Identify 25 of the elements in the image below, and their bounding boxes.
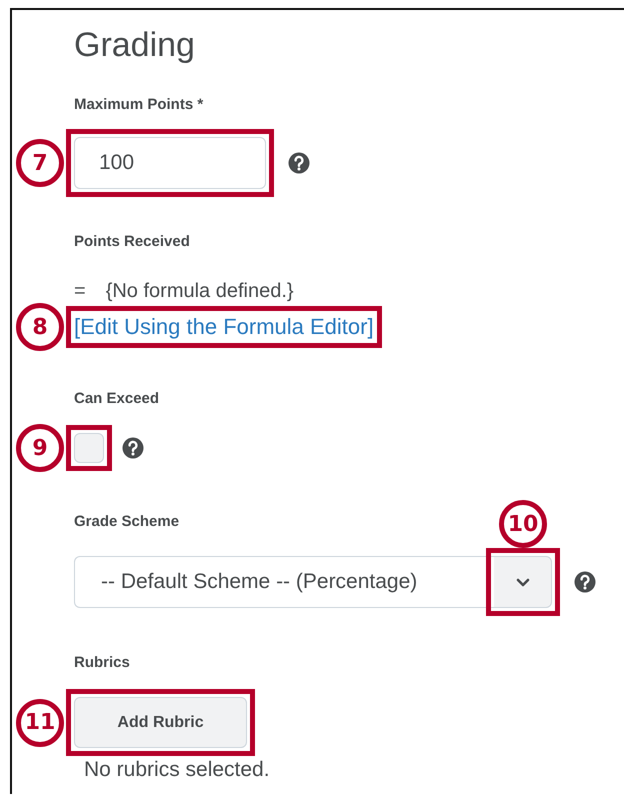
grade-scheme-dropdown[interactable]: -- Default Scheme -- (Percentage) <box>74 556 494 608</box>
help-icon[interactable] <box>288 152 310 174</box>
dropdown-toggle[interactable] <box>494 556 552 608</box>
chevron-down-icon <box>516 578 530 586</box>
formula-text: {No formula defined.} <box>106 280 294 303</box>
callout-badge: 11 <box>16 698 64 746</box>
help-icon[interactable] <box>122 437 144 459</box>
equals-sign: = <box>74 280 86 303</box>
field-label: Rubrics <box>74 654 130 671</box>
formula-editor-link[interactable]: [Edit Using the Formula Editor] <box>74 314 374 340</box>
callout-badge: 9 <box>16 424 64 472</box>
can-exceed-checkbox[interactable] <box>74 433 104 463</box>
callout-badge: 10 <box>499 500 547 548</box>
callout-badge: 7 <box>16 139 64 187</box>
field-label: Maximum Points * <box>74 96 204 113</box>
field-label: Can Exceed <box>74 390 160 407</box>
status-text: No rubrics selected. <box>84 758 271 782</box>
maximum-points-field[interactable]: 100 <box>74 137 266 189</box>
section-heading: Grading <box>74 26 196 65</box>
field-label: Points Received <box>74 233 190 250</box>
help-icon[interactable] <box>574 571 596 593</box>
callout-badge: 8 <box>16 303 64 351</box>
highlight-frame <box>66 425 112 471</box>
add-rubric-button[interactable]: Add Rubric <box>74 697 247 748</box>
field-label: Grade Scheme <box>74 513 180 530</box>
